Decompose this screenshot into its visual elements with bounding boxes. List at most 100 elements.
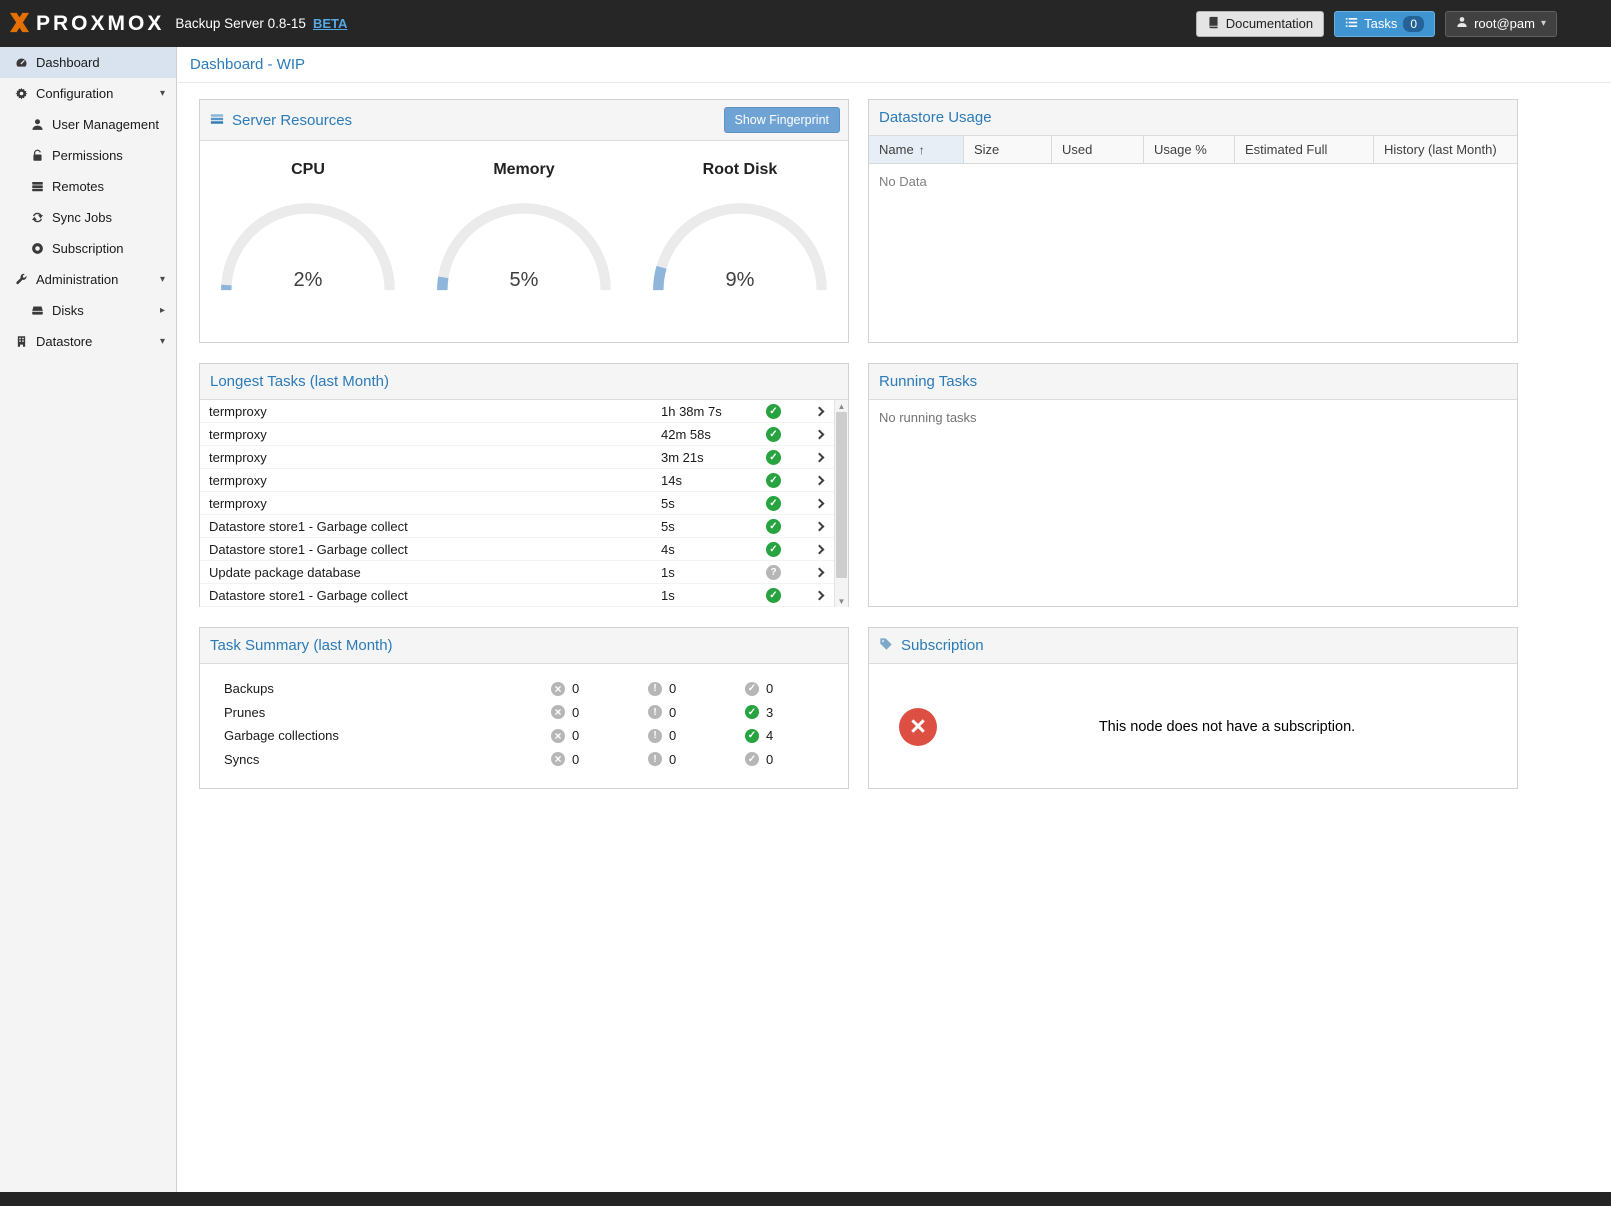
chevron-right-icon[interactable] xyxy=(804,454,834,461)
ok-count-cell[interactable]: 0 xyxy=(745,681,842,696)
warning-icon xyxy=(648,682,662,696)
user-menu-button[interactable]: root@pam ▾ xyxy=(1445,11,1557,37)
sidebar-item-administration[interactable]: Administration ▾ xyxy=(0,264,176,295)
column-label: History (last Month) xyxy=(1384,142,1497,157)
error-icon xyxy=(551,705,565,719)
ok-count: 0 xyxy=(766,752,773,767)
left-column: Server Resources Show Fingerprint CPU 2% xyxy=(199,99,849,789)
chevron-right-icon[interactable] xyxy=(804,523,834,530)
gauge-value: 2% xyxy=(213,269,403,292)
sidebar-item-datastore[interactable]: Datastore ▾ xyxy=(0,326,176,357)
unlock-icon xyxy=(30,149,44,162)
chevron-right-icon[interactable]: ▸ xyxy=(160,305,165,316)
chevron-right-icon[interactable] xyxy=(804,569,834,576)
task-row[interactable]: termproxy 1h 38m 7s xyxy=(200,400,834,423)
server-resources-panel: Server Resources Show Fingerprint CPU 2% xyxy=(199,99,849,343)
task-duration: 5s xyxy=(661,496,766,511)
sidebar-item-disks[interactable]: Disks ▸ xyxy=(0,295,176,326)
task-row[interactable]: Datastore store1 - Garbage collect 5s xyxy=(200,515,834,538)
warning-count-cell[interactable]: 0 xyxy=(648,681,745,696)
task-row[interactable]: termproxy 3m 21s xyxy=(200,446,834,469)
task-duration: 1s xyxy=(661,565,766,580)
gauge-label: Root Disk xyxy=(632,161,848,179)
beta-link[interactable]: BETA xyxy=(313,16,347,31)
summary-row-backups: Backups 0 0 0 xyxy=(200,677,848,701)
column-header-history[interactable]: History (last Month) xyxy=(1374,136,1517,163)
column-header-size[interactable]: Size xyxy=(964,136,1052,163)
chevron-right-icon[interactable] xyxy=(804,408,834,415)
chevron-right-icon[interactable] xyxy=(804,546,834,553)
sidebar-item-subscription[interactable]: Subscription xyxy=(0,233,176,264)
chevron-down-icon[interactable]: ▾ xyxy=(160,88,165,99)
error-count-cell[interactable]: 0 xyxy=(551,705,648,720)
task-row[interactable]: termproxy 42m 58s xyxy=(200,423,834,446)
server-resources-icon xyxy=(210,112,224,129)
error-count-cell[interactable]: 0 xyxy=(551,752,648,767)
warning-count-cell[interactable]: 0 xyxy=(648,705,745,720)
sidebar-item-permissions[interactable]: Permissions xyxy=(0,140,176,171)
book-icon xyxy=(1207,16,1220,32)
scroll-down-icon[interactable]: ▼ xyxy=(835,595,848,607)
column-header-name[interactable]: Name↑ xyxy=(869,136,964,163)
chevron-right-icon[interactable] xyxy=(804,431,834,438)
sidebar-item-label: Configuration xyxy=(36,86,113,101)
empty-text: No Data xyxy=(869,164,1517,199)
longest-tasks-panel: Longest Tasks (last Month) termproxy 1h … xyxy=(199,363,849,607)
documentation-button[interactable]: Documentation xyxy=(1196,11,1324,37)
ok-icon xyxy=(745,682,759,696)
sidebar-item-dashboard[interactable]: Dashboard xyxy=(0,47,176,78)
scrollbar[interactable]: ▲ ▼ xyxy=(834,400,848,607)
scroll-up-icon[interactable]: ▲ xyxy=(835,400,848,412)
chevron-right-icon[interactable] xyxy=(804,592,834,599)
column-header-used[interactable]: Used xyxy=(1052,136,1144,163)
error-icon xyxy=(551,729,565,743)
sort-asc-icon: ↑ xyxy=(919,143,925,157)
sidebar-item-label: User Management xyxy=(52,117,159,132)
error-count-cell[interactable]: 0 xyxy=(551,681,648,696)
gauge-value: 5% xyxy=(429,269,619,292)
error-count-cell[interactable]: 0 xyxy=(551,728,648,743)
chevron-right-icon[interactable] xyxy=(804,477,834,484)
ok-count-cell[interactable]: 3 xyxy=(745,705,842,720)
task-name: termproxy xyxy=(209,450,661,465)
warning-icon xyxy=(648,752,662,766)
summary-label: Garbage collections xyxy=(224,728,551,743)
task-row[interactable]: termproxy 14s xyxy=(200,469,834,492)
sidebar-item-sync-jobs[interactable]: Sync Jobs xyxy=(0,202,176,233)
product-version: Backup Server 0.8-15 xyxy=(175,16,306,31)
column-header-usage-percent[interactable]: Usage % xyxy=(1144,136,1235,163)
task-row[interactable]: Datastore store1 - Garbage collect 1s xyxy=(200,584,834,607)
sidebar-item-user-management[interactable]: User Management xyxy=(0,109,176,140)
chevron-down-icon[interactable]: ▾ xyxy=(160,336,165,347)
documentation-label: Documentation xyxy=(1226,16,1313,31)
warning-count-cell[interactable]: 0 xyxy=(648,728,745,743)
task-duration: 1h 38m 7s xyxy=(661,404,766,419)
task-name: termproxy xyxy=(209,427,661,442)
show-fingerprint-button[interactable]: Show Fingerprint xyxy=(724,107,841,133)
warning-count: 0 xyxy=(669,705,676,720)
column-header-estimated-full[interactable]: Estimated Full xyxy=(1235,136,1374,163)
building-icon xyxy=(14,335,28,348)
scrollbar-thumb[interactable] xyxy=(836,412,847,578)
task-name: Datastore store1 - Garbage collect xyxy=(209,588,661,603)
chevron-down-icon[interactable]: ▾ xyxy=(160,274,165,285)
ok-icon xyxy=(745,752,759,766)
sidebar-item-label: Disks xyxy=(52,303,84,318)
page-title: Dashboard - WIP xyxy=(178,47,1611,83)
cpu-gauge: CPU 2% xyxy=(200,141,416,294)
sidebar-item-label: Dashboard xyxy=(36,55,100,70)
sidebar-item-remotes[interactable]: Remotes xyxy=(0,171,176,202)
panel-title: Running Tasks xyxy=(879,373,977,390)
chevron-right-icon[interactable] xyxy=(804,500,834,507)
task-row[interactable]: termproxy 5s xyxy=(200,492,834,515)
ok-count-cell[interactable]: 4 xyxy=(745,728,842,743)
ok-count-cell[interactable]: 0 xyxy=(745,752,842,767)
warning-count-cell[interactable]: 0 xyxy=(648,752,745,767)
task-name: termproxy xyxy=(209,404,661,419)
tasks-button[interactable]: Tasks 0 xyxy=(1334,11,1435,37)
task-row[interactable]: Update package database 1s xyxy=(200,561,834,584)
task-row[interactable]: Datastore store1 - Garbage collect 4s xyxy=(200,538,834,561)
sidebar-item-configuration[interactable]: Configuration ▾ xyxy=(0,78,176,109)
task-duration: 5s xyxy=(661,519,766,534)
status-ok-icon xyxy=(766,519,781,534)
